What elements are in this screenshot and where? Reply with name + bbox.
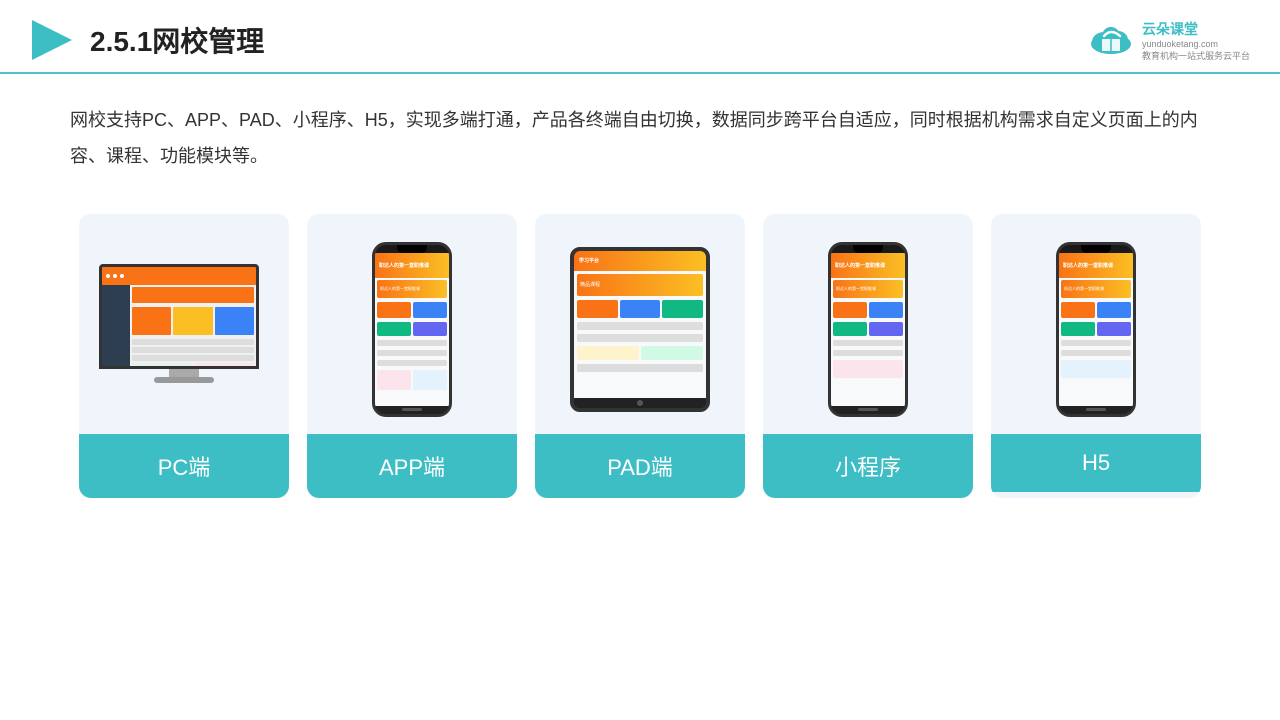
logo-area: 云朵课堂 yunduoketang.com 教育机构一站式服务云平台 <box>1086 19 1250 62</box>
card-pad: 学习平台 精品课程 <box>535 214 745 498</box>
miniprogram-device: 职达人的第一堂职推课 职达人的第一堂职推课 <box>828 242 908 417</box>
card-pad-image: 学习平台 精品课程 <box>535 214 745 434</box>
logo-domain: yunduoketang.com <box>1142 39 1250 49</box>
card-miniprogram-image: 职达人的第一堂职推课 职达人的第一堂职推课 <box>763 214 973 434</box>
card-miniprogram-label: 小程序 <box>763 434 973 498</box>
h5-device: 职达人的第一堂职推课 职达人的第一堂职推课 <box>1056 242 1136 417</box>
card-pc-image <box>79 214 289 434</box>
app-device: 职达人的第一堂职推课 职达人的第一堂职推课 <box>372 242 452 417</box>
logo-image: 云朵课堂 yunduoketang.com 教育机构一站式服务云平台 <box>1086 19 1250 62</box>
description-content: 网校支持PC、APP、PAD、小程序、H5，实现多端打通，产品各终端自由切换，数… <box>70 102 1210 174</box>
logo-text-area: 云朵课堂 yunduoketang.com 教育机构一站式服务云平台 <box>1142 19 1250 62</box>
card-miniprogram: 职达人的第一堂职推课 职达人的第一堂职推课 <box>763 214 973 498</box>
card-h5-image: 职达人的第一堂职推课 职达人的第一堂职推课 <box>991 214 1201 434</box>
page-title: 2.5.1网校管理 <box>90 20 264 60</box>
card-pc-label: PC端 <box>79 434 289 498</box>
card-h5: 职达人的第一堂职推课 职达人的第一堂职推课 <box>991 214 1201 498</box>
card-app-label: APP端 <box>307 434 517 498</box>
card-app-image: 职达人的第一堂职推课 职达人的第一堂职推课 <box>307 214 517 434</box>
play-icon <box>30 18 74 62</box>
pc-device <box>99 264 269 394</box>
header-left: 2.5.1网校管理 <box>30 18 264 62</box>
logo-tagline: 教育机构一站式服务云平台 <box>1142 49 1250 62</box>
page-header: 2.5.1网校管理 云朵课堂 yunduoketang.com 教育机构一站式服… <box>0 0 1280 74</box>
card-pc: PC端 <box>79 214 289 498</box>
card-pad-label: PAD端 <box>535 434 745 498</box>
description-text: 网校支持PC、APP、PAD、小程序、H5，实现多端打通，产品各终端自由切换，数… <box>0 74 1280 184</box>
cloud-icon <box>1086 22 1136 58</box>
cards-container: PC端 职达人的第一堂职推课 职达人的第一堂职推课 <box>0 194 1280 518</box>
logo-name: 云朵课堂 <box>1142 19 1250 39</box>
card-h5-label: H5 <box>991 434 1201 492</box>
card-app: 职达人的第一堂职推课 职达人的第一堂职推课 <box>307 214 517 498</box>
pad-device: 学习平台 精品课程 <box>570 247 710 412</box>
